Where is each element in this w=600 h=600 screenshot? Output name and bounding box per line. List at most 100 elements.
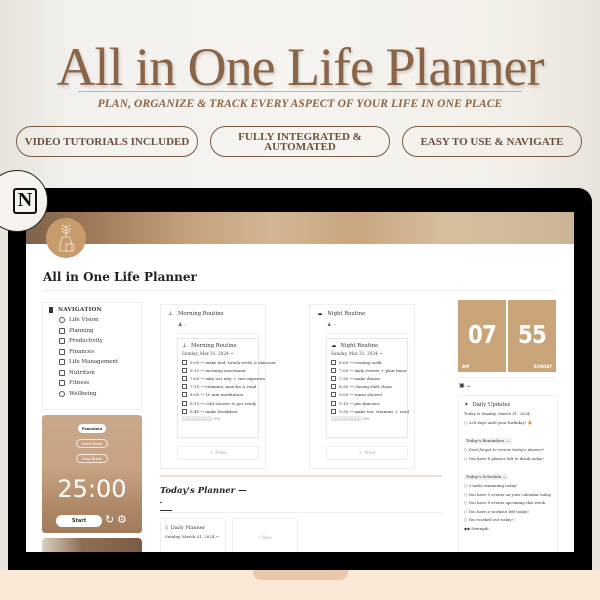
clock-meridiem: AM bbox=[462, 364, 470, 369]
schedule-item: ○ You have a workout left today! bbox=[464, 508, 529, 514]
checkbox[interactable] bbox=[182, 359, 187, 365]
entry-date: Sunday, Mar 31, 2024 → bbox=[182, 351, 234, 356]
page-title: All in One Life Planner bbox=[43, 270, 197, 284]
night-routine-card: ☁ Night Routine ♟ – ☁ Night Routine Sunday… bbox=[309, 304, 415, 469]
feature-pill-integrated: FULLY INTEGRATED & AUTOMATED bbox=[210, 126, 390, 157]
reset-icon[interactable]: ↻ bbox=[105, 514, 114, 526]
reminders-label: Today's Reminders — bbox=[464, 438, 512, 444]
reminder-item: ○ Dont forget to review today's planner! bbox=[464, 447, 545, 452]
task-item[interactable]: 7:00 → daily review + plan tmrw bbox=[331, 366, 407, 374]
morning-routine-card: ⊥ Morning Routine ♟ – ⊥ Morning Routine Su… bbox=[160, 304, 276, 469]
notion-page: All in One Life Planner NAVIGATION Life … bbox=[26, 212, 574, 552]
task-item[interactable]: 8:45 → make breakfast bbox=[182, 407, 254, 415]
compass-icon bbox=[59, 317, 65, 324]
new-entry-button[interactable]: + New bbox=[177, 446, 259, 460]
checkbox[interactable] bbox=[182, 400, 187, 406]
daily-updates-card: ✦ Daily Updates Today is Sunday, March 31… bbox=[458, 395, 558, 552]
todays-planner-heading: Today's Planner — bbox=[160, 486, 247, 496]
task-item[interactable]: 6:00 → make bed, brush teeth & skincare bbox=[182, 358, 276, 366]
nav-item-nutrition[interactable]: Nutrition bbox=[49, 368, 135, 379]
task-item[interactable]: 6:00 → evening walk bbox=[331, 358, 403, 366]
photo-card bbox=[42, 538, 142, 552]
timer-display: 25:00 bbox=[57, 475, 127, 503]
nav-item-fitness[interactable]: Fitness bbox=[49, 378, 135, 389]
nav-item-life-vision[interactable]: Life Vision bbox=[49, 315, 135, 326]
checkbox[interactable] bbox=[331, 384, 336, 390]
navigation-heading: NAVIGATION bbox=[49, 307, 135, 313]
briefcase-icon bbox=[59, 359, 65, 366]
divider bbox=[458, 377, 556, 378]
task-item[interactable]: 9:00 → warm shower bbox=[331, 391, 403, 399]
laptop-notch bbox=[253, 570, 348, 580]
pomodoro-mode-button[interactable]: Pomodoro bbox=[78, 424, 106, 433]
schedule-item: ○ You worked out today! ; bbox=[464, 517, 516, 522]
clock-day: SUNDAY bbox=[533, 364, 552, 369]
cup-icon bbox=[59, 369, 65, 376]
start-button[interactable]: Start bbox=[56, 515, 102, 527]
daily-updates-heading: ✦ Daily Updates bbox=[464, 402, 511, 408]
task-item[interactable]: 8:00 → 10 min meditation bbox=[182, 391, 254, 399]
task-item[interactable]: 8:30 → closing shift clean bbox=[331, 383, 403, 391]
page-cover[interactable] bbox=[26, 212, 574, 244]
new-planner-button[interactable]: + New bbox=[232, 518, 298, 552]
hero-divider bbox=[78, 91, 522, 92]
divider bbox=[177, 333, 259, 334]
checkbox[interactable] bbox=[331, 375, 336, 381]
schedule-label: Today's Schedule — bbox=[464, 474, 509, 480]
entry-date: Sunday, Mar 31, 2024 → bbox=[331, 351, 383, 356]
task-item[interactable]: 7:00 → take out atty + sun exposure bbox=[182, 374, 265, 382]
nav-item-productivity[interactable]: Productivity bbox=[49, 336, 135, 347]
short-break-button[interactable]: Short Break bbox=[76, 439, 108, 448]
sunrise-icon: ⊥ bbox=[168, 311, 173, 317]
checkbox[interactable] bbox=[331, 359, 336, 365]
checkbox[interactable] bbox=[331, 400, 336, 406]
daily-planner-card[interactable]: ▯ Daily Planner Sunday, March 31, 2024 → … bbox=[160, 518, 226, 552]
book-icon: ▪ bbox=[160, 501, 162, 506]
checkbox[interactable] bbox=[182, 392, 187, 398]
new-entry-button[interactable]: + New bbox=[326, 446, 408, 460]
nav-item-life-management[interactable]: Life Management bbox=[49, 357, 135, 368]
nav-item-finances[interactable]: Finances bbox=[49, 347, 135, 358]
task-item[interactable]: 7:30 → make dinner bbox=[331, 374, 403, 382]
checkbox[interactable] bbox=[182, 384, 187, 390]
checkbox[interactable] bbox=[331, 408, 336, 414]
bookmark-icon bbox=[49, 307, 53, 313]
routine-entry[interactable]: ☁ Night Routine Sunday, Mar 31, 2024 → 6:… bbox=[326, 338, 409, 438]
person-icon: ♟ bbox=[327, 322, 332, 328]
checkbox[interactable] bbox=[182, 375, 187, 381]
navigation-card: NAVIGATION Life Vision Planning Producti… bbox=[42, 302, 142, 410]
vase-plant-icon[interactable] bbox=[46, 218, 86, 258]
hero-subtitle: PLAN, ORGANIZE & TRACK EVERY ASPECT OF Y… bbox=[97, 98, 503, 110]
settings-icon[interactable]: ⚙ bbox=[117, 514, 127, 526]
checkbox[interactable] bbox=[331, 367, 336, 373]
checkbox[interactable] bbox=[182, 367, 187, 373]
checkbox[interactable] bbox=[182, 408, 187, 414]
property-row[interactable]: ♟ – bbox=[178, 322, 187, 328]
schedule-item: ○ You have 8 events upcoming this week. bbox=[464, 500, 547, 505]
notebook-icon: ▯ bbox=[165, 524, 168, 531]
nav-item-planning[interactable]: Planning bbox=[49, 326, 135, 337]
task-item[interactable]: 6:15 → morning movement bbox=[182, 366, 254, 374]
feature-pill-easy: EASY TO USE & NAVIGATE bbox=[402, 126, 582, 157]
long-break-button[interactable]: Long Break bbox=[76, 454, 108, 463]
checkbox[interactable] bbox=[331, 392, 336, 398]
routine-entry[interactable]: ⊥ Morning Routine Sunday, Mar 31, 2024 → … bbox=[177, 338, 276, 438]
planner-view-tab[interactable]: ▪ bbox=[160, 501, 172, 511]
notion-logo-icon: N bbox=[13, 188, 37, 214]
property-row[interactable]: ♟ – bbox=[327, 322, 336, 328]
morning-routine-heading: ⊥ Morning Routine bbox=[168, 311, 224, 317]
today-text: Today is Sunday, March 31, 2024. bbox=[464, 411, 531, 416]
wallet-icon bbox=[59, 348, 65, 355]
task-item[interactable]: 9:30 → make tea, vitamins + read bbox=[331, 407, 409, 415]
person-icon: ♟ bbox=[178, 322, 183, 328]
task-item[interactable]: 8:15 → cold shower & get ready bbox=[182, 399, 256, 407]
workout-type: ◆◆ Strength bbox=[464, 525, 489, 531]
schedule-item: ○ 3 tasks remaining today! bbox=[464, 483, 518, 488]
task-item[interactable]: 7:15 → vitamins, matcha & read bbox=[182, 383, 257, 391]
task-item[interactable]: 9:15 → pm skincare bbox=[331, 399, 403, 407]
nav-item-wellbeing[interactable]: Wellbeing bbox=[49, 389, 135, 400]
calendar-icon[interactable]: ▣ ⌄ bbox=[459, 382, 471, 389]
progress-text: ░░░░░░░░░░ 0% bbox=[331, 416, 370, 422]
birthday-countdown: ○ 328 days until your birthday! 🎉 bbox=[464, 419, 533, 425]
hero-title: All in One Life Planner bbox=[56, 37, 545, 97]
